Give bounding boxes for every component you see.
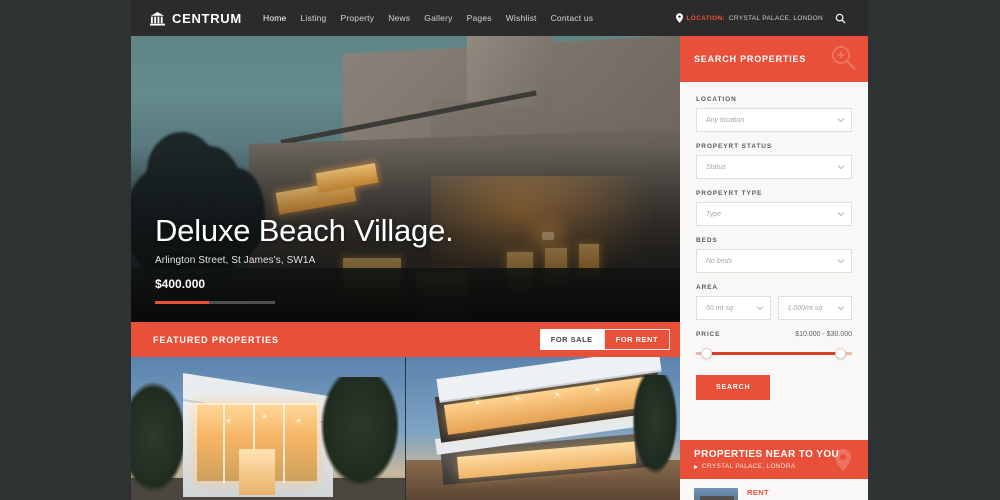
listing-tag: RENT [747,488,770,497]
search-panel-header: SEARCH PROPERTIES [680,36,868,82]
price-label: PRICE [696,331,721,338]
bank-building-icon [150,11,165,26]
search-icon[interactable] [835,13,846,24]
featured-property-card-1[interactable] [131,357,405,500]
field-label: PROPEYRT TYPE [696,190,763,197]
card-foliage [632,375,678,475]
properties-near-header: PROPERTIES NEAR TO YOU CRYSTAL PALACE, L… [680,440,868,479]
brand-logo[interactable]: CENTRUM [131,11,263,26]
featured-property-grid [131,357,680,500]
select-value: Status [706,163,726,171]
map-pin-icon [835,449,851,471]
price-range-slider[interactable] [696,347,852,359]
header-location[interactable]: LOCATION: CRYSTAL PALACE, LONDON [675,13,823,23]
brand-name: CENTRUM [172,10,242,26]
list-item[interactable]: RENT SCOTTS LANE, SHORTLANDS, BR2 [694,488,854,500]
card-light [596,388,599,391]
triangle-right-icon [694,464,698,469]
field-area: AREA 50 mt sq 1.000mt sq [696,284,852,320]
location-select[interactable]: Any location [696,108,852,132]
select-value: Type [706,210,722,218]
field-label: PROPEYRT STATUS [696,143,773,150]
page-root: CENTRUM Home Listing Property News Galle… [0,0,1000,500]
field-property-status: PROPEYRT STATUS Status [696,143,852,179]
featured-title: FEATURED PROPERTIES [153,334,279,345]
sidebar: SEARCH PROPERTIES LOCATION Any location [680,36,868,500]
for-rent-button[interactable]: FOR RENT [603,328,670,351]
for-sale-button[interactable]: FOR SALE [539,328,604,351]
chevron-down-icon [837,259,845,264]
header-right: LOCATION: CRYSTAL PALACE, LONDON [675,13,868,24]
field-label: LOCATION [696,96,737,103]
nav-item-listing[interactable]: Listing [300,13,326,23]
beds-select[interactable]: No beds [696,249,852,273]
hero-price: $400.000 [155,277,206,291]
search-panel-title: SEARCH PROPERTIES [694,54,807,64]
slider-fill [704,352,843,355]
chevron-down-icon [837,306,845,311]
nav-item-news[interactable]: News [388,13,410,23]
main-nav: Home Listing Property News Gallery Pages… [263,13,593,23]
hero-title: Deluxe Beach Village. [155,213,454,249]
featured-property-card-2[interactable] [406,357,680,500]
card-house-door [239,449,275,495]
nav-item-gallery[interactable]: Gallery [424,13,452,23]
site-header: CENTRUM Home Listing Property News Galle… [131,0,868,36]
area-min-select[interactable]: 50 mt sq [696,296,771,320]
card-foliage [131,381,187,493]
hero-banner[interactable]: Deluxe Beach Village. Arlington Street, … [131,36,680,322]
slider-handle-max[interactable] [835,348,846,359]
chevron-down-icon [837,118,845,123]
hero-caption: Deluxe Beach Village. Arlington Street, … [155,215,454,304]
nav-item-home[interactable]: Home [263,13,286,23]
card-light [556,393,559,396]
card-light [516,397,519,400]
field-property-type: PROPEYRT TYPE Type [696,190,852,226]
nav-item-wishlist[interactable]: Wishlist [506,13,537,23]
field-label: AREA [696,284,719,291]
price-range-value: $10.000 - $30.000 [795,331,852,338]
location-value: CRYSTAL PALACE, LONDON [728,14,823,22]
select-value: 1.000mt sq [787,304,823,312]
nav-item-property[interactable]: Property [340,13,374,23]
area-range-row: 50 mt sq 1.000mt sq [696,296,852,320]
list-item-thumbnail [694,488,738,500]
price-row: PRICE $10.000 - $30.000 [696,331,852,338]
properties-near-location: CRYSTAL PALACE, LONDRA [702,463,796,470]
search-form: LOCATION Any location PROPEYRT STATUS St… [680,82,868,440]
property-status-select[interactable]: Status [696,155,852,179]
nav-item-pages[interactable]: Pages [467,13,492,23]
card-light [263,415,266,418]
field-label: BEDS [696,237,718,244]
card-mullion [283,403,285,483]
select-value: Any location [706,116,745,124]
chevron-down-icon [756,306,763,311]
select-value: 50 mt sq [706,304,733,312]
site-container: CENTRUM Home Listing Property News Galle… [131,0,868,500]
property-type-select[interactable]: Type [696,202,852,226]
card-foliage [321,377,399,485]
hero-address: Arlington Street, St James's, SW1A [155,255,316,266]
card-light [297,419,300,422]
zoom-in-icon [832,46,856,70]
card-light [227,419,230,422]
card-mullion [223,403,225,483]
properties-near-list: RENT SCOTTS LANE, SHORTLANDS, BR2 [680,479,868,500]
map-pin-icon [675,13,683,23]
list-item-info: RENT SCOTTS LANE, SHORTLANDS, BR2 [747,488,822,500]
select-value: No beds [706,257,733,265]
field-beds: BEDS No beds [696,237,852,273]
featured-properties-bar: FEATURED PROPERTIES FOR SALE FOR RENT [131,322,680,357]
search-button[interactable]: SEARCH [696,375,771,400]
slider-handle-min[interactable] [701,348,712,359]
area-max-select[interactable]: 1.000mt sq [777,296,852,320]
card-light [476,401,479,404]
hero-progress-bar[interactable] [155,301,275,304]
nav-item-contact-us[interactable]: Contact us [551,13,594,23]
chevron-down-icon [837,212,845,217]
field-location: LOCATION Any location [696,96,852,132]
chevron-down-icon [837,165,845,170]
location-label: LOCATION: [686,14,725,22]
listing-type-toggle: FOR SALE FOR RENT [539,328,670,351]
